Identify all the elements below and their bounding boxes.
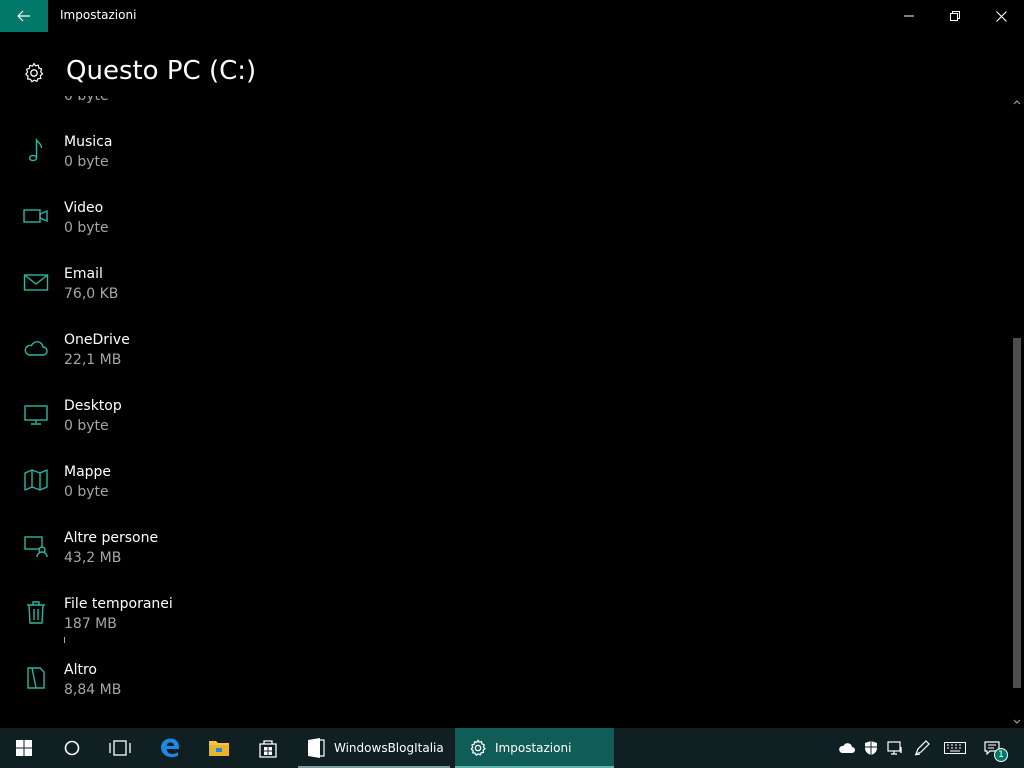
shield-icon bbox=[865, 741, 877, 755]
title-bar: Impostazioni bbox=[0, 0, 1024, 32]
scroll-up-button[interactable] bbox=[1010, 96, 1024, 108]
storage-item-desktop[interactable]: Desktop 0 byte bbox=[0, 384, 600, 450]
chevron-down-icon bbox=[1013, 719, 1021, 724]
storage-item-musica[interactable]: Musica 0 byte bbox=[0, 120, 600, 186]
windows-logo-icon bbox=[16, 740, 32, 756]
monitor-icon bbox=[22, 400, 50, 428]
taskbar: WindowsBlogItalia Impostazioni 1 bbox=[0, 728, 1024, 768]
store-button[interactable] bbox=[244, 728, 292, 768]
minimize-button[interactable] bbox=[886, 0, 932, 32]
vertical-scrollbar[interactable] bbox=[1010, 96, 1024, 728]
item-size: 43,2 MB bbox=[64, 550, 122, 566]
other-icon bbox=[22, 664, 50, 692]
storage-item-altre-persone[interactable]: Altre persone 43,2 MB bbox=[0, 516, 600, 582]
task-view-button[interactable] bbox=[96, 728, 144, 768]
item-size: 187 MB bbox=[64, 616, 117, 632]
store-bag-icon bbox=[259, 740, 277, 758]
window-title: Impostazioni bbox=[60, 8, 137, 22]
network-icon bbox=[887, 741, 902, 755]
file-explorer-button[interactable] bbox=[194, 728, 244, 768]
scroll-down-button[interactable] bbox=[1010, 716, 1024, 728]
trash-icon bbox=[22, 598, 50, 626]
storage-item-file-temporanei[interactable]: File temporanei 187 MB bbox=[0, 582, 600, 648]
page-header: Questo PC (C:) bbox=[0, 50, 1010, 94]
item-size: 76,0 KB bbox=[64, 286, 119, 302]
progress-indicator bbox=[64, 637, 65, 643]
item-size: 0 byte bbox=[64, 484, 109, 500]
item-size: 0 byte bbox=[64, 154, 109, 170]
gear-icon bbox=[470, 739, 486, 756]
item-name: Video bbox=[64, 200, 104, 216]
item-name: Desktop bbox=[64, 398, 122, 414]
storage-list-viewport: 0 byte Musica 0 byte Video 0 byte Email … bbox=[0, 96, 1010, 728]
task-view-icon bbox=[109, 740, 131, 756]
taskbar-app-impostazioni[interactable]: Impostazioni bbox=[455, 728, 614, 768]
notification-count-badge: 1 bbox=[994, 748, 1008, 762]
item-size: 0 byte bbox=[64, 220, 109, 236]
edge-button[interactable] bbox=[146, 728, 194, 768]
item-size: 22,1 MB bbox=[64, 352, 122, 368]
start-button[interactable] bbox=[0, 728, 48, 768]
item-name: Musica bbox=[64, 134, 113, 150]
close-icon bbox=[995, 10, 1007, 22]
storage-item-video[interactable]: Video 0 byte bbox=[0, 186, 600, 252]
keyboard-icon bbox=[944, 742, 966, 754]
storage-item-documents[interactable]: 0 byte bbox=[0, 96, 600, 120]
back-button[interactable] bbox=[0, 0, 48, 32]
storage-item-onedrive[interactable]: OneDrive 22,1 MB bbox=[0, 318, 600, 384]
restore-icon bbox=[950, 11, 960, 21]
action-center-button[interactable]: 1 bbox=[978, 728, 1012, 768]
cloud-icon bbox=[22, 334, 50, 362]
cortana-button[interactable] bbox=[48, 728, 96, 768]
cloud-sync-icon bbox=[839, 743, 855, 753]
item-name: File temporanei bbox=[64, 596, 173, 612]
map-icon bbox=[22, 466, 50, 494]
tray-defender[interactable] bbox=[860, 728, 882, 768]
scroll-thumb[interactable] bbox=[1013, 338, 1021, 688]
folder-icon bbox=[209, 741, 229, 756]
pen-workspace-icon bbox=[914, 740, 930, 756]
taskbar-app-label: WindowsBlogItalia bbox=[334, 741, 444, 755]
tray-network[interactable] bbox=[884, 728, 906, 768]
minimize-icon bbox=[904, 15, 914, 17]
restore-button[interactable] bbox=[932, 0, 978, 32]
back-arrow-icon bbox=[17, 10, 30, 22]
item-name: Altre persone bbox=[64, 530, 159, 546]
video-camera-icon bbox=[22, 202, 50, 230]
taskbar-app-windowsblogitalia[interactable]: WindowsBlogItalia bbox=[298, 728, 450, 768]
documents-icon bbox=[22, 96, 50, 98]
item-name: OneDrive bbox=[64, 332, 130, 348]
taskbar-app-label: Impostazioni bbox=[495, 741, 572, 755]
envelope-icon bbox=[22, 268, 50, 296]
gear-icon bbox=[25, 62, 44, 83]
item-size: 0 byte bbox=[64, 96, 109, 104]
close-button[interactable] bbox=[978, 0, 1024, 32]
cortana-circle-icon bbox=[64, 740, 80, 756]
document-app-icon bbox=[308, 738, 325, 758]
storage-item-mappe[interactable]: Mappe 0 byte bbox=[0, 450, 600, 516]
storage-item-altro[interactable]: Altro 8,84 MB bbox=[0, 648, 600, 714]
storage-item-email[interactable]: Email 76,0 KB bbox=[0, 252, 600, 318]
page-title: Questo PC (C:) bbox=[66, 56, 257, 86]
tray-pen[interactable] bbox=[910, 728, 934, 768]
tray-onedrive[interactable] bbox=[836, 728, 858, 768]
tray-keyboard[interactable] bbox=[940, 728, 970, 768]
item-size: 0 byte bbox=[64, 418, 109, 434]
chevron-up-icon bbox=[1013, 100, 1021, 105]
item-name: Email bbox=[64, 266, 103, 282]
edge-browser-icon bbox=[161, 738, 179, 758]
item-name: Mappe bbox=[64, 464, 112, 480]
storage-list: 0 byte Musica 0 byte Video 0 byte Email … bbox=[0, 96, 1010, 714]
item-name: Altro bbox=[64, 662, 97, 678]
other-people-icon bbox=[22, 532, 50, 560]
music-note-icon bbox=[22, 136, 50, 164]
item-size: 8,84 MB bbox=[64, 682, 122, 698]
